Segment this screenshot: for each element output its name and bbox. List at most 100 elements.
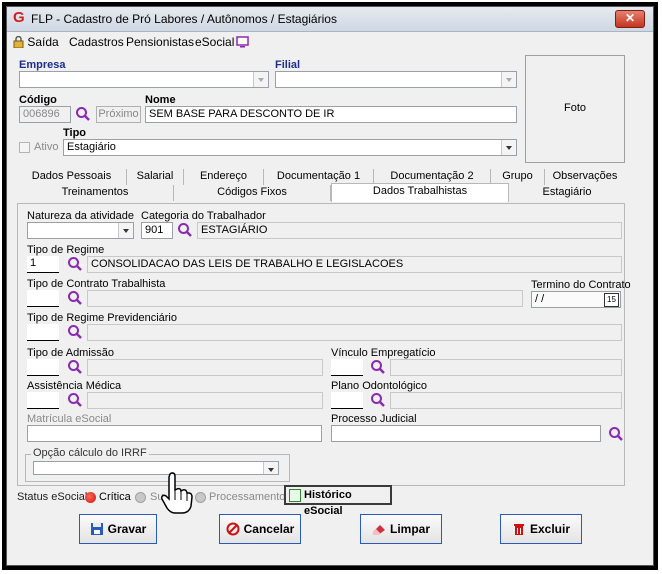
dados-trabalhistas-panel	[17, 203, 625, 486]
menu-saida[interactable]: Saída	[13, 35, 59, 49]
vinculo-label: Vínculo Empregatício	[331, 347, 436, 359]
processamento-radio[interactable]	[195, 492, 206, 503]
codigo-label: Código	[19, 94, 57, 106]
menu-pensionistas[interactable]: Pensionistas	[126, 35, 194, 49]
categoria-code-field[interactable]: 901	[141, 222, 173, 239]
ativo-label: Ativo	[34, 141, 59, 153]
search-icon[interactable]	[370, 359, 386, 375]
matricula-field[interactable]	[27, 425, 322, 442]
termino-date-value: / /	[535, 293, 545, 305]
excluir-label: Excluir	[529, 522, 571, 536]
app-logo-icon: G	[13, 9, 25, 26]
tab-endereco[interactable]: Endereço	[184, 169, 264, 185]
tab-codigos-fixos[interactable]: Códigos Fixos	[174, 185, 331, 201]
irrf-select[interactable]	[33, 461, 279, 475]
filial-select[interactable]	[275, 71, 517, 88]
chevron-down-icon[interactable]	[253, 72, 268, 87]
search-icon[interactable]	[67, 392, 83, 408]
admissao-code-field[interactable]	[27, 359, 59, 376]
historico-label: Histórico eSocial	[304, 489, 352, 517]
natureza-label: Natureza da atividade	[27, 210, 135, 222]
document-icon	[289, 489, 301, 502]
menu-esocial[interactable]: eSocial	[195, 35, 234, 49]
search-icon[interactable]	[67, 290, 83, 306]
tipo-value: Estagiário	[67, 141, 116, 153]
previd-label: Tipo de Regime Previdenciário	[27, 312, 177, 324]
empresa-select[interactable]	[19, 71, 269, 88]
chevron-down-icon[interactable]	[501, 140, 516, 155]
floppy-disk-icon	[90, 523, 103, 535]
gravar-button[interactable]: Gravar	[79, 514, 157, 544]
limpar-button[interactable]: Limpar	[360, 514, 442, 544]
chevron-down-icon[interactable]	[501, 72, 516, 87]
search-icon[interactable]	[75, 106, 91, 122]
calendar-icon[interactable]: 15	[604, 293, 619, 307]
menu-bar: Saída Cadastros Pensionistas eSocial	[7, 32, 653, 52]
close-button[interactable]: ✕	[615, 10, 645, 28]
cancelar-button[interactable]: Cancelar	[219, 514, 301, 544]
main-window: G FLP - Cadastro de Pró Labores / Autôno…	[6, 6, 654, 566]
empresa-label: Empresa	[19, 59, 66, 71]
critica-label: Crítica	[99, 491, 131, 503]
eraser-icon	[372, 525, 385, 535]
termino-label: Termino do Contrato	[531, 279, 631, 291]
search-icon[interactable]	[67, 324, 83, 340]
categoria-desc-field: ESTAGIÁRIO	[197, 222, 622, 239]
plano-code-field[interactable]	[331, 392, 363, 409]
historico-esocial-button[interactable]: Histórico eSocial	[284, 485, 392, 517]
tab-salarial[interactable]: Salarial	[127, 169, 184, 185]
monitor-icon[interactable]	[236, 36, 249, 48]
ativo-checkbox[interactable]	[19, 142, 30, 153]
natureza-select[interactable]	[27, 222, 134, 239]
search-icon[interactable]	[608, 426, 624, 442]
regime-desc-field: CONSOLIDACAO DAS LEIS DE TRABALHO E LEGI…	[87, 256, 622, 273]
tab-observacoes[interactable]: Observações	[545, 169, 625, 185]
tab-dados-pessoais[interactable]: Dados Pessoais	[17, 169, 127, 185]
search-icon[interactable]	[67, 359, 83, 375]
processo-field[interactable]	[331, 425, 601, 442]
menu-cadastros[interactable]: Cadastros	[69, 35, 124, 49]
assist-code-field[interactable]	[27, 392, 59, 409]
filial-label: Filial	[275, 59, 301, 71]
search-icon[interactable]	[67, 256, 83, 272]
assist-label: Assistência Médica	[27, 380, 122, 392]
trash-icon	[513, 524, 524, 535]
tab-row-2: Treinamentos Códigos Fixos Dados Trabalh…	[17, 183, 625, 202]
contrato-code-field[interactable]	[27, 290, 59, 307]
critica-radio[interactable]	[85, 492, 96, 503]
categoria-label: Categoria do Trabalhador	[141, 210, 266, 222]
matricula-label: Matrícula eSocial	[27, 413, 112, 425]
proximo-button[interactable]: Próximo	[96, 106, 141, 123]
excluir-button[interactable]: Excluir	[500, 514, 582, 544]
tab-row-1: Dados Pessoais Salarial Endereço Documen…	[17, 169, 625, 185]
contrato-desc-field	[87, 290, 523, 307]
tab-treinamentos[interactable]: Treinamentos	[17, 185, 174, 201]
photo-box[interactable]: Foto	[525, 55, 625, 163]
previd-code-field[interactable]	[27, 324, 59, 341]
search-icon[interactable]	[370, 392, 386, 408]
cancelar-label: Cancelar	[243, 522, 295, 536]
admissao-label: Tipo de Admissão	[27, 347, 115, 359]
title-bar[interactable]: G FLP - Cadastro de Pró Labores / Autôno…	[7, 7, 653, 32]
tipo-label: Tipo	[63, 127, 87, 139]
cancel-icon	[226, 522, 240, 536]
tab-dados-trabalhistas[interactable]: Dados Trabalhistas	[331, 183, 509, 202]
vinculo-code-field[interactable]	[331, 359, 363, 376]
search-icon[interactable]	[177, 222, 193, 238]
window-title: FLP - Cadastro de Pró Labores / Autônomo…	[31, 12, 337, 26]
tipo-select[interactable]: Estagiário	[63, 139, 517, 156]
codigo-field[interactable]: 006896	[19, 106, 71, 123]
chevron-down-icon[interactable]	[263, 462, 278, 474]
termino-date-field[interactable]: / / 15	[531, 291, 621, 308]
tab-estagiario[interactable]: Estagiário	[509, 185, 625, 201]
sucesso-radio[interactable]	[135, 492, 146, 503]
chevron-down-icon[interactable]	[118, 223, 133, 238]
menu-saida-label: Saída	[27, 35, 59, 49]
regime-code-field[interactable]: 1	[27, 256, 59, 273]
vinculo-desc-field	[390, 359, 622, 376]
plano-label: Plano Odontológico	[331, 380, 428, 392]
status-label: Status eSocial:	[17, 491, 91, 503]
nome-field[interactable]: SEM BASE PARA DESCONTO DE IR	[145, 106, 517, 123]
plano-desc-field	[390, 392, 622, 409]
processamento-label: Processamento	[209, 491, 286, 503]
